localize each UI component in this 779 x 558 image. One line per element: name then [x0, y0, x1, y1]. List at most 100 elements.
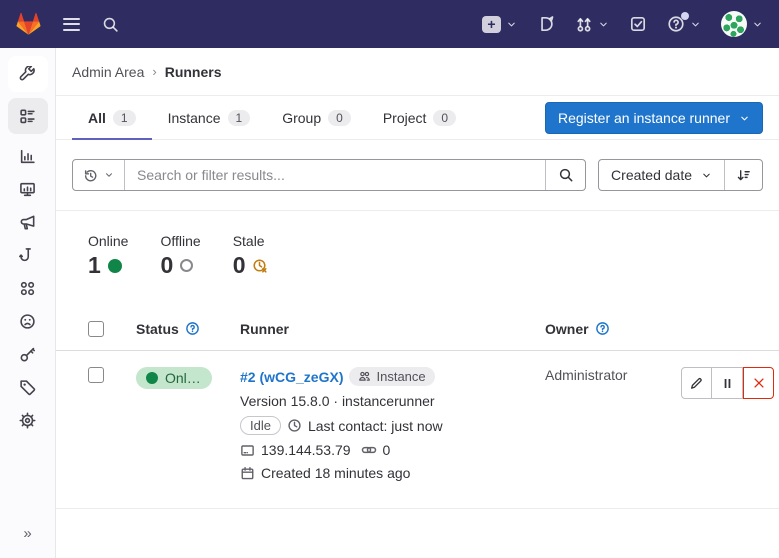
sidebar-item-messages[interactable]: [8, 206, 48, 238]
column-owner-label: Owner: [545, 321, 589, 337]
tab-instance-label: Instance: [168, 110, 221, 126]
gear-icon: [19, 412, 36, 429]
breadcrumb-separator: ›: [152, 64, 156, 79]
runners-table-header: Status Runner Owner: [56, 307, 779, 351]
sidebar-item-system-hooks[interactable]: [8, 239, 48, 271]
runner-created-text: Created 18 minutes ago: [261, 465, 410, 481]
gitlab-logo[interactable]: [16, 12, 41, 36]
issues-button[interactable]: [537, 15, 555, 33]
pause-runner-button[interactable]: [712, 367, 743, 399]
online-dot-icon: [146, 372, 158, 384]
sort-direction-button[interactable]: [724, 160, 762, 190]
tab-all-count: 1: [113, 110, 136, 126]
chevron-down-icon: [598, 19, 609, 30]
search-icon: [102, 16, 119, 33]
runner-row: Online #2 (wCG_zeGX) Instance: [56, 351, 779, 509]
tab-group-count: 0: [328, 110, 351, 126]
breadcrumb-current-page: Runners: [165, 64, 222, 80]
register-button-label: Register an instance runner: [558, 110, 730, 126]
sidebar-item-overview[interactable]: [8, 98, 48, 134]
pause-icon: [721, 377, 734, 390]
sidebar-item-settings[interactable]: [8, 404, 48, 436]
overview-icon: [19, 108, 36, 125]
status-help-icon[interactable]: [185, 321, 200, 336]
runner-actions-cell: [681, 367, 774, 399]
offline-status-icon: [180, 259, 193, 272]
sort-by-dropdown[interactable]: Created date: [599, 160, 724, 190]
delete-runner-button[interactable]: [743, 367, 774, 399]
hook-icon: [19, 247, 36, 264]
search-submit-button[interactable]: [545, 160, 585, 190]
runner-type-tabs: All 1 Instance 1 Group 0 Project 0 Regis…: [56, 96, 779, 140]
runner-link[interactable]: #2 (wCG_zeGX): [240, 369, 343, 385]
merge-requests-button[interactable]: [575, 15, 609, 33]
chevron-down-icon: [701, 170, 712, 181]
new-menu-button[interactable]: +: [482, 16, 517, 33]
sidebar-item-analytics[interactable]: [8, 140, 48, 172]
admin-sidebar: »: [0, 48, 56, 558]
tab-instance-count: 1: [228, 110, 251, 126]
runner-last-contact: Last contact: just now: [308, 418, 443, 434]
sidebar-item-abuse-reports[interactable]: [8, 305, 48, 337]
runner-owner-cell: Administrator: [545, 367, 681, 383]
megaphone-icon: [19, 214, 36, 231]
chevron-down-icon: [690, 19, 701, 30]
topbar-search-button[interactable]: [102, 16, 119, 33]
owner-help-icon[interactable]: [595, 321, 610, 336]
main-content: Admin Area › Runners All 1 Instance 1 Gr…: [56, 48, 779, 558]
issues-icon: [537, 15, 555, 33]
runner-owner-link[interactable]: Administrator: [545, 367, 627, 383]
host-ip-icon: [240, 443, 255, 458]
sidebar-item-labels[interactable]: [8, 371, 48, 403]
breadcrumb-admin-area-link[interactable]: Admin Area: [72, 64, 144, 80]
search-history-dropdown[interactable]: [73, 160, 125, 190]
todo-check-icon: [629, 15, 647, 33]
gitlab-admin-runners-page: +: [0, 0, 779, 558]
tab-group-label: Group: [282, 110, 321, 126]
calendar-icon: [240, 466, 255, 481]
help-menu-button[interactable]: [667, 15, 701, 33]
breadcrumb: Admin Area › Runners: [56, 48, 779, 96]
todos-button[interactable]: [629, 15, 647, 33]
sidebar-item-applications[interactable]: [8, 272, 48, 304]
runner-type-label: Instance: [376, 369, 425, 384]
tab-group[interactable]: Group 0: [266, 96, 367, 140]
merge-request-icon: [575, 15, 593, 33]
chevron-down-icon: [104, 170, 114, 180]
filter-bar: Created date: [56, 140, 779, 211]
select-all-checkbox[interactable]: [88, 321, 104, 337]
tab-project[interactable]: Project 0: [367, 96, 472, 140]
sidebar-item-admin-area[interactable]: [8, 56, 48, 92]
row-checkbox[interactable]: [88, 367, 104, 383]
link-icon: [361, 442, 377, 458]
tab-all-label: All: [88, 110, 106, 126]
hamburger-menu-button[interactable]: [63, 18, 80, 31]
chevron-down-icon: [506, 19, 517, 30]
stat-offline-label: Offline: [160, 233, 200, 249]
runner-status-text: Online: [165, 370, 202, 386]
label-tag-icon: [19, 379, 36, 396]
stat-online: Online 1: [88, 233, 128, 279]
tab-all[interactable]: All 1: [72, 96, 152, 140]
close-x-icon: [752, 376, 766, 390]
register-instance-runner-button[interactable]: Register an instance runner: [545, 102, 763, 134]
search-input[interactable]: [125, 160, 545, 190]
tab-instance[interactable]: Instance 1: [152, 96, 267, 140]
stat-offline-value: 0: [160, 252, 173, 279]
chevron-down-icon: [752, 19, 763, 30]
sort-descending-icon: [736, 168, 751, 183]
stat-online-value: 1: [88, 252, 101, 279]
stale-clock-icon: [252, 258, 268, 274]
runner-status-badge: Online: [136, 367, 212, 389]
runner-ip-address: 139.144.53.79: [261, 442, 351, 458]
sort-control: Created date: [598, 159, 763, 191]
user-menu-button[interactable]: [721, 11, 763, 37]
online-status-icon: [108, 259, 122, 273]
sidebar-expand-button[interactable]: »: [15, 521, 39, 546]
bar-chart-icon: [19, 148, 36, 165]
sidebar-item-deploy-keys[interactable]: [8, 338, 48, 370]
edit-runner-button[interactable]: [681, 367, 712, 399]
topbar-right-group: +: [482, 11, 763, 37]
runner-linked-jobs-count: 0: [383, 442, 391, 458]
sidebar-item-monitoring[interactable]: [8, 173, 48, 205]
